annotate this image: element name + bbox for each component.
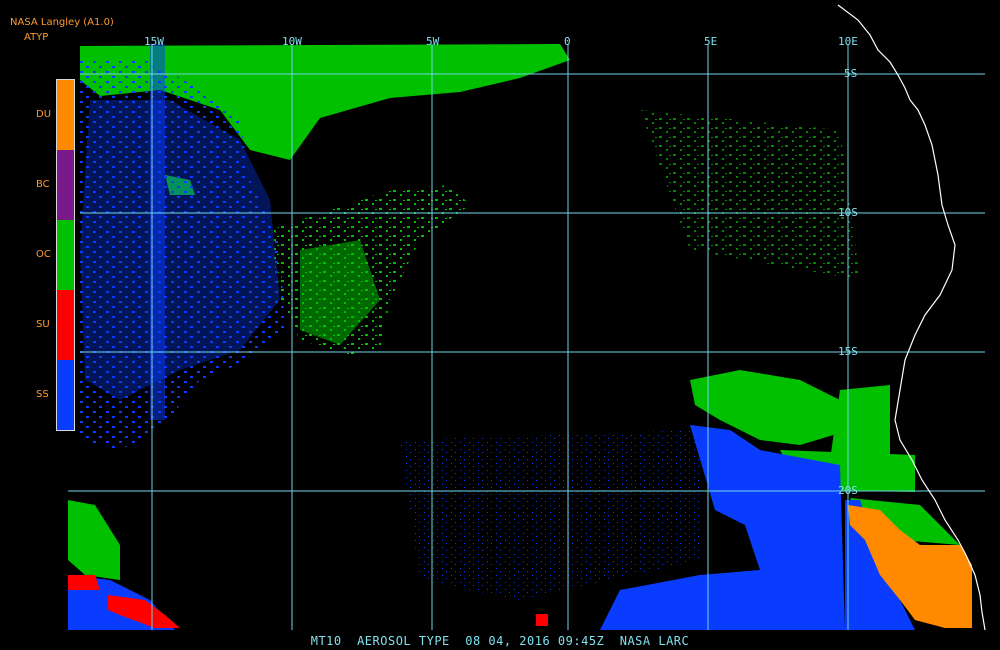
legend-label-ss: SS bbox=[36, 389, 49, 400]
legend-swatch-oc bbox=[57, 220, 74, 290]
legend-swatch-bc bbox=[57, 150, 74, 220]
legend-swatch-su bbox=[57, 290, 74, 360]
map-footer-caption: MT10 AEROSOL TYPE 08 04, 2016 09:45Z NAS… bbox=[310, 634, 690, 648]
legend-label-su: SU bbox=[36, 319, 50, 330]
lon-label: 10E bbox=[838, 35, 858, 48]
legend-swatch-ss bbox=[57, 360, 74, 430]
lon-label: 15W bbox=[144, 35, 164, 48]
legend-label-bc: BC bbox=[36, 179, 50, 190]
lat-label: 15S bbox=[838, 345, 858, 358]
lat-label: 20S bbox=[838, 484, 858, 497]
lon-label: 0 bbox=[564, 35, 571, 48]
aerosol-legend bbox=[56, 79, 75, 431]
lat-label: 5S bbox=[844, 67, 857, 80]
legend-label-du: DU bbox=[36, 109, 52, 120]
legend-swatch-du bbox=[57, 80, 74, 150]
legend-label-oc: OC bbox=[36, 249, 51, 260]
lon-label: 5W bbox=[426, 35, 440, 48]
lon-label: 5E bbox=[704, 35, 717, 48]
lon-label: 10W bbox=[282, 35, 302, 48]
lat-label: 10S bbox=[838, 206, 858, 219]
grid-labels: 15W 10W 5W 0 5E 10E 5S 10S 15S 20S bbox=[144, 35, 858, 497]
